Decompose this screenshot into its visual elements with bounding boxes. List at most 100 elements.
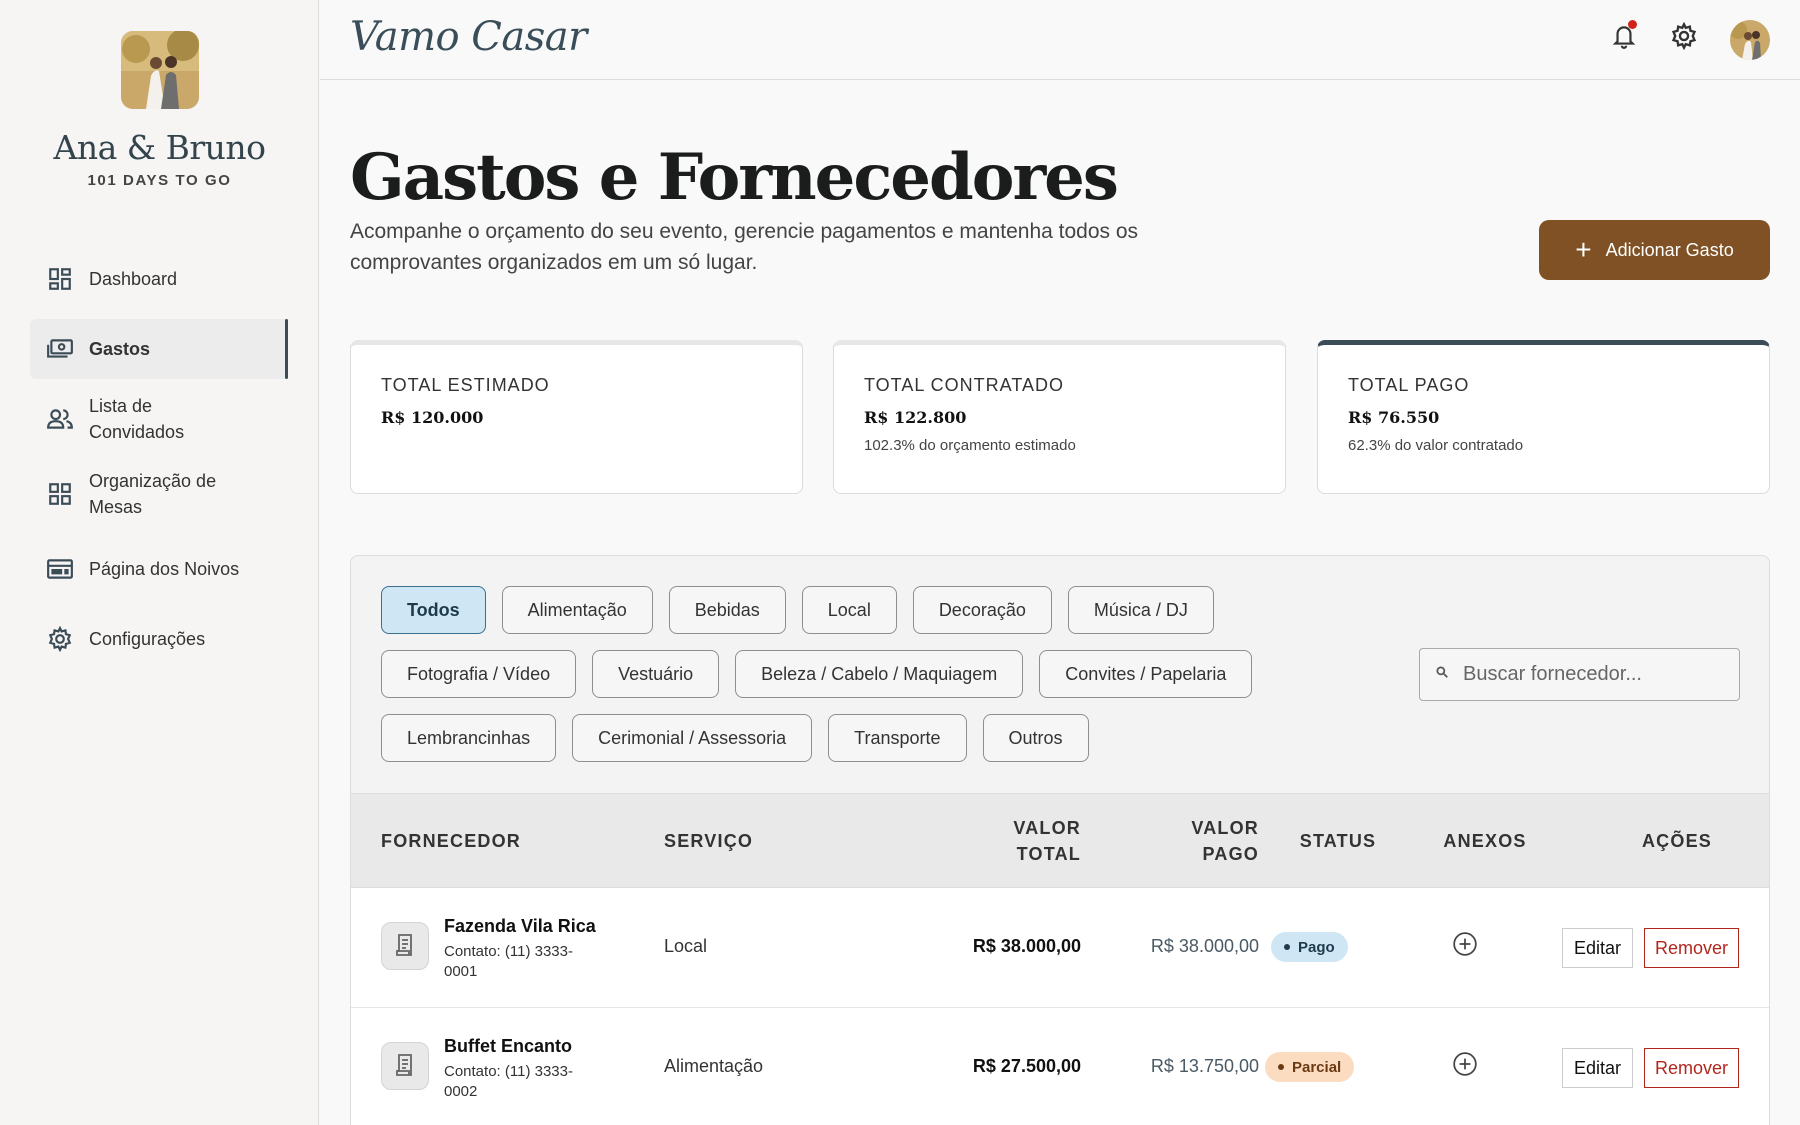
notifications-button[interactable] [1606,20,1642,56]
stat-label: TOTAL PAGO [1348,375,1470,395]
paid-value: R$ 38.000,00 [1150,936,1259,956]
sidebar: Ana & Bruno 101 DAYS TO GO Dashboard Gas… [0,0,319,1125]
add-attachment-button[interactable] [1451,1051,1479,1082]
filter-chip-outros[interactable]: Outros [982,714,1089,762]
add-expense-button[interactable]: + Adicionar Gasto [1539,220,1770,280]
filter-chip-cerimonial[interactable]: Cerimonial / Assessoria [572,714,813,762]
total-value: R$ 38.000,00 [972,936,1081,956]
plus-icon: + [1575,234,1592,265]
gear-icon [45,624,75,654]
category-filters: Todos Alimentação Bebidas Local Decoraçã… [381,586,1261,778]
remove-button[interactable]: Remover [1644,1048,1740,1088]
filter-chip-vestuario[interactable]: Vestuário [592,650,720,698]
status-text: Pago [1298,938,1335,956]
sidebar-nav: Dashboard Gastos Lista de Convidados Org… [30,249,288,679]
filter-chip-alimentacao[interactable]: Alimentação [501,586,653,634]
stat-card-estimated: TOTAL ESTIMADO R$ 120.000 [350,340,803,494]
filter-chip-decoracao[interactable]: Decoração [912,586,1052,634]
top-bar: Vamo Casar [320,0,1800,80]
table-header: FORNECEDOR SERVIÇO VALOR TOTAL VALOR PAG… [351,793,1769,888]
stat-value: R$ 122.800 [864,408,967,427]
expenses-panel: Todos Alimentação Bebidas Local Decoraçã… [350,555,1770,1125]
filter-chip-lembrancinhas[interactable]: Lembrancinhas [381,714,557,762]
sidebar-item-label: Organização de Mesas [89,471,217,517]
grid-icon [45,479,75,509]
col-total: VALOR TOTAL [931,815,1081,867]
filter-chip-local[interactable]: Local [801,586,897,634]
table-row: Fazenda Vila Rica Contato: (11) 3333-000… [351,888,1769,1008]
filter-chip-convites[interactable]: Convites / Papelaria [1039,650,1253,698]
sidebar-item-tables[interactable]: Organização de Mesas [30,459,288,529]
receipt-icon [381,922,429,970]
filter-chip-bebidas[interactable]: Bebidas [668,586,786,634]
notification-dot [1628,20,1637,29]
edit-button[interactable]: Editar [1562,928,1634,968]
vendor-name: Fazenda Vila Rica [444,916,596,936]
search-icon [1435,665,1449,684]
vendor-contact: Contato: (11) 3333-0001 [444,943,573,980]
filter-chip-transporte[interactable]: Transporte [828,714,967,762]
settings-button[interactable] [1666,20,1702,56]
sidebar-item-guests[interactable]: Lista de Convidados [30,389,288,449]
status-dot [1278,1064,1284,1070]
add-expense-label: Adicionar Gasto [1605,239,1734,260]
gear-icon [1670,21,1698,55]
service-cell: Alimentação [664,1056,764,1076]
filter-chip-fotografia[interactable]: Fotografia / Vídeo [381,650,577,698]
col-status: STATUS [1299,831,1377,851]
table-row: Buffet Encanto Contato: (11) 3333-0002 A… [351,1008,1769,1125]
page-title: Gastos e Fornecedores [350,140,1119,215]
filter-chip-todos[interactable]: Todos [381,586,486,634]
col-attachments: ANEXOS [1443,831,1527,851]
money-icon [45,334,75,364]
add-attachment-button[interactable] [1451,931,1479,962]
sidebar-item-label: Dashboard [89,269,178,289]
paid-value: R$ 13.750,00 [1150,1056,1259,1076]
edit-button[interactable]: Editar [1562,1048,1634,1088]
col-actions: AÇÕES [1641,831,1712,851]
service-cell: Local [664,936,708,956]
stat-value: R$ 120.000 [381,408,484,427]
stat-value: R$ 76.550 [1348,408,1440,427]
sidebar-item-couple-page[interactable]: Página dos Noivos [30,539,288,599]
couple-name: Ana & Bruno [53,128,266,167]
status-badge: Pago [1271,932,1348,962]
stat-note: 102.3% do orçamento estimado [864,437,1076,454]
add-circle-icon [1452,931,1478,962]
wedding-countdown: 101 DAYS TO GO [87,172,232,189]
col-vendor: FORNECEDOR [381,831,522,851]
status-text: Parcial [1292,1058,1342,1076]
add-circle-icon [1452,1051,1478,1082]
sidebar-item-dashboard[interactable]: Dashboard [30,249,288,309]
dashboard-icon [45,264,75,294]
sidebar-item-gastos[interactable]: Gastos [30,319,288,379]
vendor-name: Buffet Encanto [444,1036,572,1056]
status-dot [1284,944,1290,950]
col-paid: VALOR PAGO [1109,815,1259,867]
vendor-search[interactable] [1419,648,1740,701]
vendor-contact: Contato: (11) 3333-0002 [444,1063,573,1100]
couple-photo [121,31,199,109]
receipt-icon [381,1042,429,1090]
col-service: SERVIÇO [664,831,754,851]
sidebar-item-settings[interactable]: Configurações [30,609,288,669]
sidebar-item-label: Configurações [89,629,206,649]
status-badge: Parcial [1265,1052,1355,1082]
user-avatar[interactable] [1730,20,1770,60]
filter-chip-musica[interactable]: Música / DJ [1067,586,1214,634]
col-paid-line2: PAGO [1202,844,1259,864]
page-subtitle: Acompanhe o orçamento do seu evento, ger… [350,220,1139,274]
col-total-line1: VALOR [1013,818,1081,838]
web-icon [45,554,75,584]
stat-card-paid: TOTAL PAGO R$ 76.550 62.3% do valor cont… [1317,340,1770,494]
remove-button[interactable]: Remover [1644,928,1740,968]
app-logo[interactable]: Vamo Casar [350,14,587,60]
col-paid-line1: VALOR [1191,818,1259,838]
stat-card-contracted: TOTAL CONTRATADO R$ 122.800 102.3% do or… [833,340,1286,494]
sidebar-item-label: Gastos [89,339,151,359]
filter-chip-beleza[interactable]: Beleza / Cabelo / Maquiagem [735,650,1024,698]
people-icon [45,404,75,434]
search-input[interactable] [1463,663,1733,686]
stat-note: 62.3% do valor contratado [1348,437,1524,454]
stat-label: TOTAL ESTIMADO [381,375,550,395]
